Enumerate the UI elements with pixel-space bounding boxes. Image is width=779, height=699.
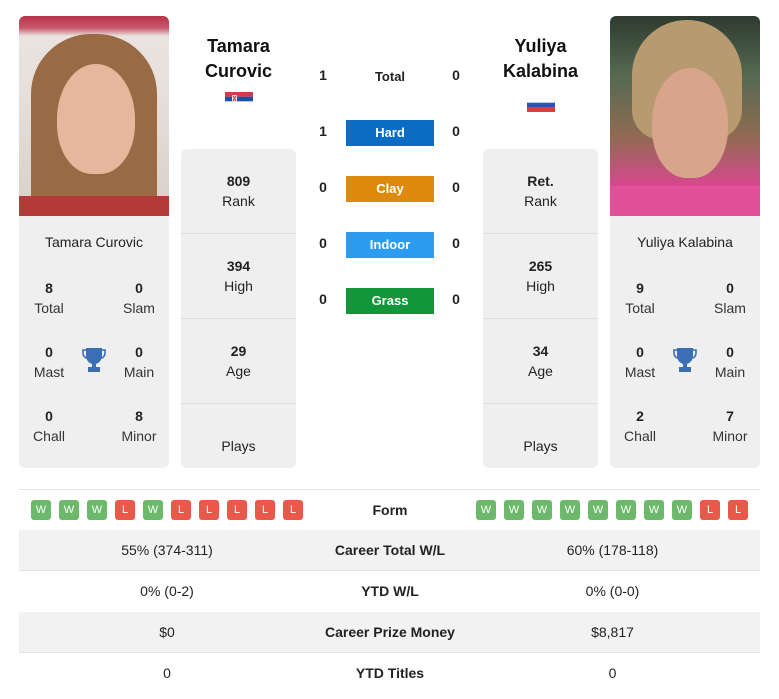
player1-high: 394 High	[181, 234, 296, 319]
player2-form-badge-win[interactable]: W	[560, 500, 580, 520]
comparison-row: 0% (0-2) YTD W/L 0% (0-0)	[19, 571, 760, 612]
player1-form-badge-win[interactable]: W	[59, 500, 79, 520]
player2-form-badge-win[interactable]: W	[504, 500, 524, 520]
player2-photo	[610, 16, 760, 216]
form-row: WWWLWLLLLL Form WWWWWWWWLL	[19, 489, 760, 529]
player1-minor-titles: 8 Minor	[121, 408, 157, 444]
player1-prize-money: $0	[159, 624, 175, 640]
player2-first-name: Yuliya	[514, 36, 567, 56]
player2-card-name[interactable]: Yuliya Kalabina	[610, 234, 760, 250]
h2h-grass-p1: 0	[319, 291, 327, 307]
player1-mast-titles: 0 Mast	[33, 344, 65, 380]
player1-name[interactable]: Tamara Curovic	[181, 34, 296, 84]
surface-indoor-button[interactable]: Indoor	[346, 232, 434, 258]
h2h-indoor-p2: 0	[452, 235, 460, 251]
prize-money-label: Career Prize Money	[325, 624, 455, 640]
player1-rank: 809 Rank	[181, 149, 296, 234]
player1-form-badge-loss[interactable]: L	[283, 500, 303, 520]
h2h-clay-p1: 0	[319, 179, 327, 195]
ytd-titles-label: YTD Titles	[355, 665, 425, 681]
h2h-total-label: Total	[374, 69, 406, 84]
player1-last-name: Curovic	[204, 61, 273, 81]
player2-titles-card: Yuliya Kalabina 9 Total 0 Slam 0 Mast 0 Main…	[610, 216, 760, 468]
player2-rank-panel: Ret. Rank 265 High 34 Age Plays	[483, 149, 598, 468]
player2-slam-titles: 0 Slam	[714, 280, 746, 316]
serbia-flag-icon	[225, 92, 253, 106]
player1-first-name: Tamara	[207, 36, 270, 56]
player2-form-badge-win[interactable]: W	[616, 500, 636, 520]
player1-ytd-titles: 0	[163, 665, 171, 681]
player1-ytd-wl: 0% (0-2)	[140, 583, 194, 599]
player1-form-badge-loss[interactable]: L	[255, 500, 275, 520]
comparison-row: 0 YTD Titles 0	[19, 653, 760, 694]
player1-form-badge-win[interactable]: W	[87, 500, 107, 520]
player2-age: 34 Age	[483, 319, 598, 404]
russia-flag-icon	[527, 98, 555, 112]
player2-last-name: Kalabina	[502, 61, 579, 81]
player2-rank: Ret. Rank	[483, 149, 598, 234]
player2-ytd-wl: 0% (0-0)	[585, 583, 640, 599]
player1-slam-titles: 0 Slam	[123, 280, 155, 316]
player1-form-badge-win[interactable]: W	[143, 500, 163, 520]
player2-prize-money: $8,817	[591, 624, 634, 640]
player2-main-titles: 0 Main	[714, 344, 746, 380]
player1-chall-titles: 0 Chall	[33, 408, 65, 444]
player2-ytd-titles: 0	[608, 665, 617, 681]
player2-minor-titles: 7 Minor	[712, 408, 748, 444]
player2-plays: Plays	[523, 438, 558, 454]
player1-form-badge-loss[interactable]: L	[227, 500, 247, 520]
player2-high: 265 High	[483, 234, 598, 319]
player2-form-badge-win[interactable]: W	[672, 500, 692, 520]
player2-form-badge-win[interactable]: W	[532, 500, 552, 520]
form-label: Form	[372, 502, 408, 518]
player2-chall-titles: 2 Chall	[624, 408, 656, 444]
h2h-clay-p2: 0	[452, 179, 460, 195]
h2h-hard-p2: 0	[452, 123, 460, 139]
h2h-total-p1: 1	[319, 67, 327, 83]
player1-photo	[19, 16, 169, 216]
player1-career-wl: 55% (374-311)	[121, 542, 213, 558]
player2-form-badge-win[interactable]: W	[476, 500, 496, 520]
player2-form-badge-loss[interactable]: L	[700, 500, 720, 520]
comparison-row: $0 Career Prize Money $8,817	[19, 612, 760, 653]
player2-total-titles: 9 Total	[625, 280, 655, 316]
player1-rank-panel: 809 Rank 394 High 29 Age Plays	[181, 149, 296, 468]
player1-main-titles: 0 Main	[123, 344, 155, 380]
player1-titles-card: Tamara Curovic 8 Total 0 Slam 0 Mast 0 Main …	[19, 216, 169, 468]
comparison-row: 55% (374-311) Career Total W/L 60% (178-…	[19, 530, 760, 571]
player2-form-badge-win[interactable]: W	[644, 500, 664, 520]
player2-form-badge-win[interactable]: W	[588, 500, 608, 520]
player2-career-wl: 60% (178-118)	[566, 542, 659, 558]
surface-hard-button[interactable]: Hard	[346, 120, 434, 146]
player1-form-badge-loss[interactable]: L	[171, 500, 191, 520]
h2h-indoor-p1: 0	[319, 235, 327, 251]
player1-total-titles: 8 Total	[34, 280, 64, 316]
h2h-hard-p1: 1	[319, 123, 327, 139]
player1-form-badge-win[interactable]: W	[31, 500, 51, 520]
player2-mast-titles: 0 Mast	[624, 344, 656, 380]
h2h-grass-p2: 0	[452, 291, 460, 307]
surface-clay-button[interactable]: Clay	[346, 176, 434, 202]
player2-form-badge-loss[interactable]: L	[728, 500, 748, 520]
player1-plays: Plays	[221, 438, 256, 454]
player2-name[interactable]: Yuliya Kalabina	[483, 34, 598, 84]
player1-card-name[interactable]: Tamara Curovic	[19, 234, 169, 250]
player1-form-badge-loss[interactable]: L	[199, 500, 219, 520]
surface-grass-button[interactable]: Grass	[346, 288, 434, 314]
ytd-wl-label: YTD W/L	[361, 583, 419, 599]
player1-form-badge-loss[interactable]: L	[115, 500, 135, 520]
trophy-icon	[82, 348, 106, 372]
h2h-total-p2: 0	[452, 67, 460, 83]
career-wl-label: Career Total W/L	[334, 542, 446, 558]
player1-age: 29 Age	[181, 319, 296, 404]
trophy-icon	[673, 348, 697, 372]
